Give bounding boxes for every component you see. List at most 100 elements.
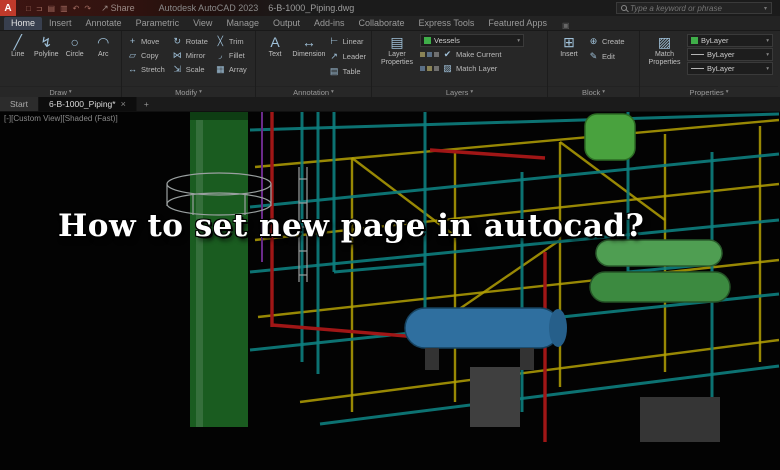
chevron-down-icon: ▾	[517, 37, 520, 44]
gray-equipment-box	[470, 367, 520, 427]
edit-block-label: Edit	[602, 51, 615, 61]
chevron-down-icon: ▾	[766, 37, 769, 44]
linear-tool[interactable]: ⊢ Linear	[329, 34, 366, 48]
trim-tool[interactable]: ╳ Trim	[215, 34, 247, 48]
stretch-tool[interactable]: ↔ Stretch	[127, 62, 165, 76]
panel-label-layers[interactable]: Layers ▾	[372, 86, 547, 97]
modify-label: Modify	[175, 87, 198, 97]
viewport-visual-style-control[interactable]: [Shaded (Fast)]	[63, 114, 118, 123]
array-icon: ▦	[216, 63, 225, 74]
line-tool[interactable]: ╱ Line	[5, 34, 31, 86]
small-green-tank	[584, 113, 636, 161]
ribbon: ╱ Line ↯ Polyline ○ Circle ◠ Arc Draw ▾ …	[0, 31, 780, 97]
tab-annotate[interactable]: Annotate	[79, 17, 129, 30]
panel-label-draw[interactable]: Draw ▾	[0, 86, 121, 97]
arc-tool[interactable]: ◠ Arc	[91, 34, 117, 86]
table-icon: ▤	[329, 65, 339, 76]
search-input[interactable]	[630, 3, 761, 13]
tab-express-tools[interactable]: Express Tools	[412, 17, 482, 30]
layer-dropdown[interactable]: Vessels ▾	[420, 34, 524, 47]
chevron-down-icon: ▾	[331, 89, 334, 95]
block-label: Block	[581, 87, 601, 97]
dimension-tool[interactable]: ↔ Dimension	[292, 34, 325, 86]
match-properties-tool[interactable]: ▨ Match Properties	[645, 34, 684, 86]
object-color-dropdown[interactable]: ByLayer ▾	[687, 34, 773, 47]
match-layer-tool[interactable]: ▨ Match Layer	[442, 62, 497, 76]
table-tool[interactable]: ▤ Table	[329, 64, 366, 78]
leader-label: Leader	[342, 51, 366, 61]
lineweight-dropdown[interactable]: ByLayer ▾	[687, 48, 773, 61]
drawing-viewport[interactable]: [-] [Custom View] [Shaded (Fast)] How to…	[0, 112, 780, 470]
drawing-tab[interactable]: 6-B-1000_Piping* ×	[38, 97, 137, 111]
tab-manage[interactable]: Manage	[219, 17, 266, 30]
make-current-tool[interactable]: ✔ Make Current	[442, 48, 502, 62]
search-options-icon[interactable]: ▾	[764, 5, 767, 12]
tab-add-ins[interactable]: Add-ins	[307, 17, 352, 30]
redo-icon[interactable]: ↷	[84, 4, 91, 13]
panel-label-annotation[interactable]: Annotation ▾	[256, 86, 371, 97]
scale-tool[interactable]: ⇲ Scale	[172, 62, 208, 76]
viewport-menu-control[interactable]: [-]	[4, 114, 11, 123]
open-icon[interactable]: ⊐	[36, 4, 43, 13]
leader-tool[interactable]: ↗ Leader	[329, 49, 366, 63]
linetype-dropdown[interactable]: ByLayer ▾	[687, 62, 773, 75]
close-icon[interactable]: ×	[121, 99, 126, 109]
ribbon-display-toggle-icon[interactable]: ▣	[562, 21, 570, 30]
new-drawing-button[interactable]: +	[137, 97, 156, 111]
vessel-end-cap	[549, 309, 567, 347]
copy-tool[interactable]: ▱ Copy	[127, 48, 165, 62]
tab-output[interactable]: Output	[266, 17, 307, 30]
text-tool[interactable]: A Text	[261, 34, 289, 86]
panel-label-modify[interactable]: Modify ▾	[122, 86, 255, 97]
chevron-down-icon: ▾	[470, 89, 474, 95]
rotate-icon: ↻	[173, 35, 182, 46]
linetype-dropdown-value: ByLayer	[707, 64, 735, 73]
panel-block: ⊞ Insert ⊕ Create ✎ Edit Block ▾	[548, 31, 640, 97]
polyline-tool[interactable]: ↯ Polyline	[34, 34, 60, 86]
insert-tool[interactable]: ⊞ Insert	[553, 34, 585, 86]
undo-icon[interactable]: ↶	[73, 4, 80, 13]
tab-parametric[interactable]: Parametric	[129, 17, 187, 30]
share-button[interactable]: ↗ Share	[101, 3, 135, 14]
arc-label: Arc	[98, 51, 109, 58]
array-tool[interactable]: ▦ Array	[215, 62, 247, 76]
move-icon: +	[129, 36, 136, 46]
tab-insert[interactable]: Insert	[42, 17, 79, 30]
make-current-label: Make Current	[456, 50, 502, 59]
fillet-icon: ◞	[218, 49, 223, 60]
vessel-saddle	[425, 348, 439, 370]
create-block-label: Create	[602, 36, 625, 46]
tab-collaborate[interactable]: Collaborate	[352, 17, 412, 30]
fillet-tool[interactable]: ◞ Fillet	[215, 48, 247, 62]
titlebar: A □ ⊐ ▤ ▥ ↶ ↷ ↗ Share Autodesk AutoCAD 2…	[0, 0, 780, 16]
viewport-view-control[interactable]: [Custom View]	[11, 114, 62, 123]
tab-featured-apps[interactable]: Featured Apps	[481, 17, 554, 30]
save-icon[interactable]: ▤	[48, 4, 56, 13]
new-icon[interactable]: □	[26, 4, 31, 13]
panel-annotation: A Text ↔ Dimension ⊢ Linear ↗ Leader ▤ T…	[256, 31, 372, 97]
draw-label: Draw	[49, 87, 67, 97]
leader-icon: ↗	[330, 50, 338, 61]
panel-properties: ▨ Match Properties ByLayer ▾ ByLayer ▾ B…	[640, 31, 778, 97]
move-tool[interactable]: + Move	[127, 34, 165, 48]
autocad-logo[interactable]: A	[0, 0, 16, 16]
plus-icon: +	[143, 99, 149, 109]
arc-icon: ◠	[97, 34, 110, 50]
help-search: ▾	[616, 2, 772, 14]
print-icon[interactable]: ▥	[60, 4, 68, 13]
edit-block-tool[interactable]: ✎ Edit	[588, 49, 625, 63]
rotate-tool[interactable]: ↻ Rotate	[172, 34, 207, 48]
start-tab[interactable]: Start	[0, 97, 39, 111]
copy-icon: ▱	[129, 49, 136, 60]
tab-home[interactable]: Home	[4, 17, 43, 30]
create-block-tool[interactable]: ⊕ Create	[588, 34, 625, 48]
gray-equipment-box	[640, 397, 720, 442]
layer-properties-tool[interactable]: ▤ Layer Properties	[377, 34, 417, 86]
circle-tool[interactable]: ○ Circle	[62, 34, 88, 86]
panel-modify: + Move ▱ Copy ↔ Stretch ↻ Rotate ⋈ Mirro…	[122, 31, 256, 97]
match-layer-icon: ▨	[443, 63, 452, 73]
mirror-tool[interactable]: ⋈ Mirror	[172, 48, 208, 62]
tab-view[interactable]: View	[186, 17, 219, 30]
panel-label-block[interactable]: Block ▾	[548, 86, 639, 97]
panel-label-properties[interactable]: Properties ▾	[640, 86, 778, 97]
